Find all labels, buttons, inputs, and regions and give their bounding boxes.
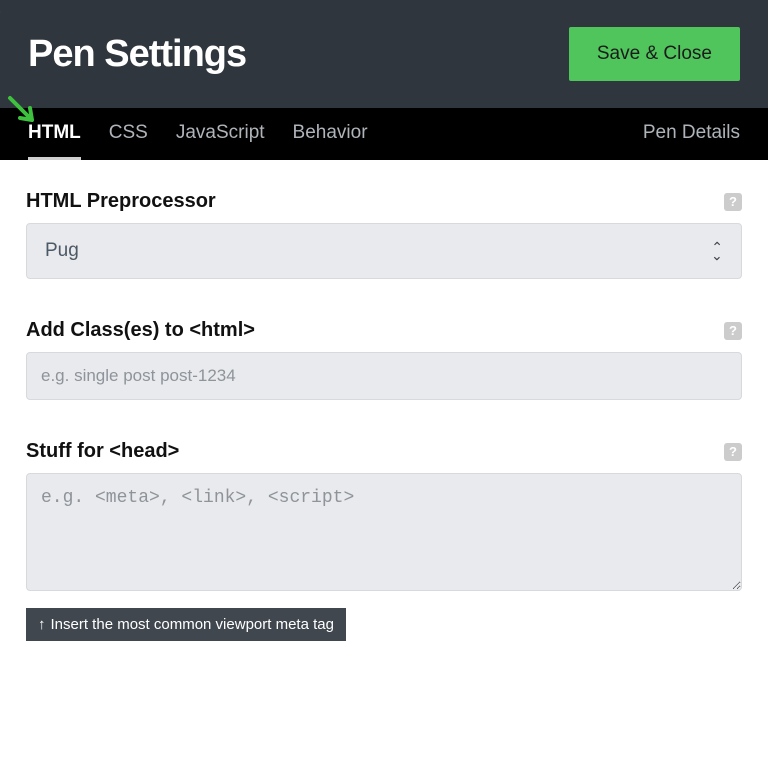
tab-css[interactable]: CSS [109,109,148,160]
preprocessor-label: HTML Preprocessor [26,190,216,213]
settings-content: HTML Preprocessor ? Pug ⌃⌃ Add Class(es)… [0,160,768,661]
preprocessor-select[interactable]: Pug ⌃⌃ [26,223,742,279]
modal-header: Pen Settings Save & Close [0,0,768,108]
insert-viewport-label: Insert the most common viewport meta tag [51,616,334,633]
insert-viewport-button[interactable]: ↑ Insert the most common viewport meta t… [26,608,346,641]
add-classes-label: Add Class(es) to <html> [26,319,255,342]
help-icon[interactable]: ? [724,322,742,340]
tab-pen-details[interactable]: Pen Details [643,109,740,160]
tab-bar: HTML CSS JavaScript Behavior Pen Details [0,108,768,160]
tab-behavior[interactable]: Behavior [293,109,368,160]
head-stuff-label: Stuff for <head> [26,440,179,463]
field-preprocessor: HTML Preprocessor ? Pug ⌃⌃ [26,190,742,279]
preprocessor-value: Pug [45,240,79,262]
field-add-classes: Add Class(es) to <html> ? [26,319,742,400]
help-icon[interactable]: ? [724,443,742,461]
field-head-stuff: Stuff for <head> ? ↑ Insert the most com… [26,440,742,641]
tab-html[interactable]: HTML [28,109,81,160]
help-icon[interactable]: ? [724,193,742,211]
save-close-button[interactable]: Save & Close [569,27,740,81]
tab-javascript[interactable]: JavaScript [176,109,265,160]
page-title: Pen Settings [28,33,246,76]
add-classes-input[interactable] [26,352,742,400]
chevron-updown-icon: ⌃⌃ [711,243,723,259]
arrow-up-icon: ↑ [38,616,46,633]
head-stuff-textarea[interactable] [26,473,742,591]
